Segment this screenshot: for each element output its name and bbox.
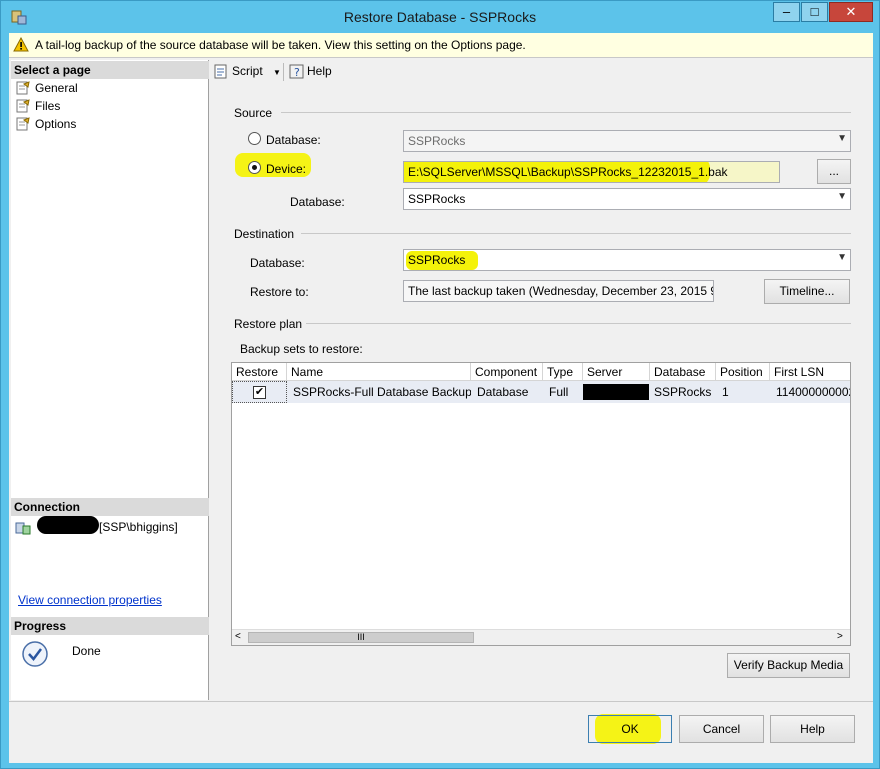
device-radio[interactable]	[248, 161, 261, 174]
cancel-button[interactable]: Cancel	[679, 715, 764, 743]
destination-divider	[301, 233, 851, 234]
page-icon	[15, 99, 31, 116]
svg-text:?: ?	[294, 66, 300, 79]
general-page: Script ▼ ? Help Source Database: SSPRock…	[211, 60, 873, 700]
help-button[interactable]: Help	[770, 715, 855, 743]
help-icon: ?	[289, 64, 305, 82]
column-header-server[interactable]: Server	[583, 363, 650, 381]
restore-plan-section-label: Restore plan	[234, 317, 303, 331]
redacted-server-name	[37, 516, 99, 534]
connection-header: Connection	[11, 498, 209, 516]
minimize-button[interactable]: –	[773, 2, 800, 22]
source-database-value: SSPRocks	[408, 134, 466, 148]
destination-database-combo[interactable]: SSPRocks ▼	[403, 249, 851, 271]
column-header-position[interactable]: Position	[716, 363, 770, 381]
script-button[interactable]: Script ▼	[213, 64, 281, 79]
toolbar-separator	[283, 63, 284, 81]
cell-type: Full	[543, 381, 583, 403]
progress-status: Done	[72, 644, 101, 658]
info-message: A tail-log backup of the source database…	[35, 38, 526, 52]
destination-database-label: Database:	[250, 256, 305, 270]
restore-to-field: The last backup taken (Wednesday, Decemb…	[403, 280, 714, 302]
page-files-label: Files	[35, 99, 61, 113]
restore-to-value: The last backup taken (Wednesday, Decemb…	[408, 284, 714, 298]
cell-position: 1	[716, 381, 770, 403]
title-bar: Restore Database - SSPRocks – □ ✕	[1, 1, 879, 33]
device-radio-label: Device:	[266, 162, 307, 176]
destination-section-label: Destination	[234, 227, 295, 241]
restore-database-window: Restore Database - SSPRocks – □ ✕ A tail…	[0, 0, 880, 769]
help-toolbar-button[interactable]: ? Help	[289, 64, 332, 79]
column-header-name[interactable]: Name	[287, 363, 471, 381]
page-general-label: General	[35, 81, 78, 95]
chevron-down-icon[interactable]: ▼	[273, 68, 281, 77]
done-check-icon	[21, 640, 49, 671]
database-radio[interactable]	[248, 132, 261, 145]
restore-to-label: Restore to:	[250, 285, 309, 299]
script-icon	[213, 64, 229, 82]
destination-database-value: SSPRocks	[408, 253, 466, 267]
column-header-type[interactable]: Type	[543, 363, 583, 381]
scroll-left-icon[interactable]: <	[235, 631, 241, 642]
page-icon	[15, 117, 31, 134]
device-path-field[interactable]: E:\SQLServer\MSSQL\Backup\SSPRocks_12232…	[403, 161, 780, 183]
script-label: Script	[232, 64, 263, 78]
cell-component: Database	[471, 381, 543, 403]
source-section-label: Source	[234, 106, 273, 120]
restore-cell[interactable]: ✔	[232, 381, 287, 403]
maximize-button[interactable]: □	[801, 2, 828, 22]
select-page-header: Select a page	[11, 61, 209, 79]
info-bar: A tail-log backup of the source database…	[9, 33, 873, 58]
connection-user: [SSP\bhiggins]	[99, 520, 178, 534]
source-database-combo[interactable]: SSPRocks ▼	[403, 130, 851, 152]
dialog-client: A tail-log backup of the source database…	[9, 33, 873, 763]
scroll-thumb[interactable]: III	[248, 632, 474, 643]
cell-name: SSPRocks-Full Database Backup	[287, 381, 471, 403]
database-radio-label: Database:	[266, 133, 321, 147]
timeline-button[interactable]: Timeline...	[764, 279, 850, 304]
backup-sets-grid: Restore Name Component Type Server Datab…	[231, 362, 851, 646]
backup-sets-label: Backup sets to restore:	[240, 342, 363, 356]
restore-checkbox[interactable]: ✔	[253, 386, 266, 399]
verify-backup-media-button[interactable]: Verify Backup Media	[727, 653, 850, 678]
cell-database: SSPRocks	[650, 381, 716, 403]
cell-first-lsn: 11400000000209	[770, 381, 850, 403]
page-options-label: Options	[35, 117, 77, 131]
column-header-restore[interactable]: Restore	[232, 363, 287, 381]
left-pane: Select a page General Files Options Conn…	[11, 60, 209, 700]
progress-header: Progress	[11, 617, 209, 635]
device-path-value: E:\SQLServer\MSSQL\Backup\SSPRocks_12232…	[408, 165, 728, 179]
chevron-down-icon: ▼	[837, 252, 847, 263]
server-connection-icon	[15, 520, 31, 539]
scroll-right-icon[interactable]: >	[837, 631, 843, 642]
window-title: Restore Database - SSPRocks	[343, 9, 537, 25]
source-divider	[281, 112, 851, 113]
help-toolbar-label: Help	[307, 64, 332, 78]
ok-button[interactable]: OK	[588, 715, 672, 743]
view-connection-properties-link[interactable]: View connection properties	[18, 593, 162, 607]
horizontal-scrollbar[interactable]: < III >	[232, 629, 850, 645]
chevron-down-icon: ▼	[837, 133, 847, 144]
device-database-value: SSPRocks	[408, 192, 466, 206]
cell-server	[583, 381, 650, 403]
toolbar: Script ▼ ? Help	[211, 60, 873, 84]
dialog-button-bar: OK Cancel Help	[9, 701, 873, 763]
column-header-database[interactable]: Database	[650, 363, 716, 381]
chevron-down-icon: ▼	[837, 191, 847, 202]
restore-plan-divider	[306, 323, 851, 324]
redacted-server-cell	[583, 384, 649, 400]
warning-icon	[13, 36, 29, 55]
device-database-label: Database:	[290, 195, 345, 209]
device-database-combo[interactable]: SSPRocks ▼	[403, 188, 851, 210]
close-button[interactable]: ✕	[829, 2, 873, 22]
column-header-component[interactable]: Component	[471, 363, 543, 381]
page-icon	[15, 81, 31, 98]
column-header-first-lsn[interactable]: First LSN	[770, 363, 850, 381]
browse-button[interactable]: ...	[817, 159, 851, 184]
